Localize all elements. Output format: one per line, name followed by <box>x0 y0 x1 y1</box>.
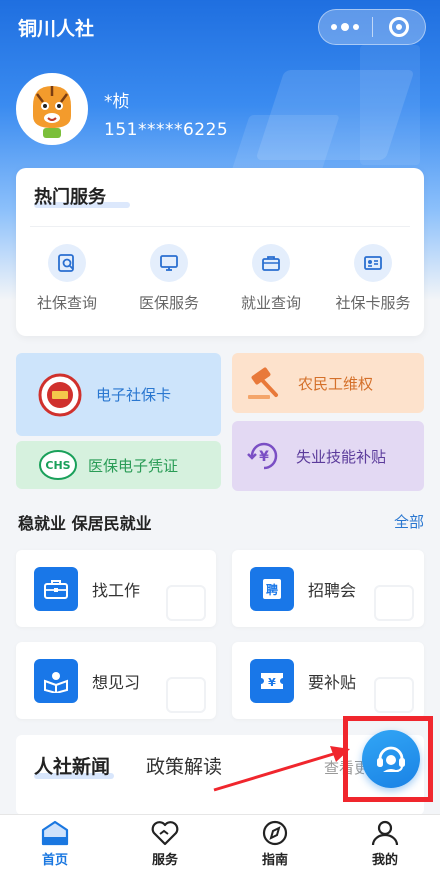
svg-text:聘: 聘 <box>266 582 278 597</box>
job-fair-card[interactable]: 聘 招聘会 <box>232 550 424 627</box>
electronic-ss-card-tile[interactable]: 电子社保卡 <box>16 353 221 436</box>
job-card-label: 要补贴 <box>308 672 357 692</box>
hot-service-social-security-query[interactable]: 社保查询 <box>16 244 118 313</box>
nav-item-services[interactable]: 服务 <box>110 815 220 875</box>
watermark-decoration <box>166 677 206 713</box>
customer-service-button[interactable] <box>362 730 420 788</box>
hot-services-card: 热门服务 社保查询 医保服务 就业查询 社保卡服务 <box>16 168 424 336</box>
ss-card-emblem-icon <box>38 373 82 416</box>
divider <box>30 226 410 227</box>
svg-text:¥: ¥ <box>268 676 276 689</box>
nav-label: 服务 <box>151 853 178 868</box>
id-card-icon <box>354 244 392 282</box>
tab-hr-news[interactable]: 人社新闻 <box>34 752 110 779</box>
header-decoration <box>230 115 340 175</box>
watermark-decoration <box>166 585 206 621</box>
subsidy-card[interactable]: ¥ 要补贴 <box>232 642 424 719</box>
search-document-icon <box>48 244 86 282</box>
monitor-icon <box>150 244 188 282</box>
ticket-icon: ¥ <box>250 658 294 703</box>
svg-text:¥: ¥ <box>259 449 269 465</box>
home-icon <box>41 820 69 846</box>
heart-icon <box>151 821 179 846</box>
headset-icon <box>377 746 405 772</box>
hot-service-label: 就业查询 <box>240 294 301 312</box>
briefcase-icon <box>34 566 78 611</box>
svg-text:CHS: CHS <box>45 459 70 472</box>
app-title: 铜川人社 <box>18 18 95 40</box>
job-card-label: 找工作 <box>92 580 141 600</box>
annotation-arrow-icon <box>213 746 350 792</box>
hot-service-ss-card-service[interactable]: 社保卡服务 <box>322 244 424 313</box>
job-card-label: 想见习 <box>92 672 141 692</box>
hot-service-label: 社保查询 <box>36 294 97 312</box>
internship-card[interactable]: 想见习 <box>16 642 216 719</box>
nav-item-home[interactable]: 首页 <box>0 815 110 875</box>
tile-label: 医保电子凭证 <box>88 456 179 475</box>
migrant-worker-rights-tile[interactable]: 农民工维权 <box>232 353 424 413</box>
hot-service-employment-query[interactable]: 就业查询 <box>220 244 322 313</box>
compass-icon <box>262 820 288 846</box>
mini-program-capsule <box>318 9 426 45</box>
dot-icon <box>331 24 338 30</box>
hot-service-label: 社保卡服务 <box>335 294 411 312</box>
tile-label: 失业技能补贴 <box>296 447 387 466</box>
hire-icon: 聘 <box>250 566 294 611</box>
hot-service-medical-insurance[interactable]: 医保服务 <box>118 244 220 313</box>
target-close-icon <box>388 17 409 37</box>
nav-label: 首页 <box>41 853 68 868</box>
user-name: *桢 <box>104 92 130 112</box>
employment-section-title: 稳就业 保居民就业 <box>18 514 152 533</box>
tiger-avatar-icon <box>19 76 85 142</box>
user-icon <box>371 820 399 846</box>
close-mini-program-button[interactable] <box>373 10 426 44</box>
nav-item-guide[interactable]: 指南 <box>220 815 330 875</box>
yen-cycle-icon: ¥ <box>247 442 278 470</box>
user-phone: 151*****6225 <box>104 120 229 140</box>
nav-label: 指南 <box>261 853 288 868</box>
tile-label: 农民工维权 <box>298 374 374 393</box>
medical-insurance-voucher-tile[interactable]: CHS 医保电子凭证 <box>16 441 221 489</box>
hot-services-list: 社保查询 医保服务 就业查询 社保卡服务 <box>16 244 424 313</box>
watermark-decoration <box>374 585 414 621</box>
tile-label: 电子社保卡 <box>96 386 172 404</box>
more-menu-button[interactable] <box>319 10 372 44</box>
watermark-decoration <box>374 677 414 713</box>
dot-icon <box>341 23 350 31</box>
view-all-link[interactable]: 全部 <box>394 511 424 532</box>
nav-item-profile[interactable]: 我的 <box>330 815 440 875</box>
briefcase-icon <box>252 244 290 282</box>
chs-logo-icon: CHS <box>39 450 77 480</box>
avatar[interactable] <box>16 73 88 145</box>
unemployment-skill-subsidy-tile[interactable]: ¥ 失业技能补贴 <box>232 421 424 491</box>
hot-services-title: 热门服务 <box>34 187 106 208</box>
hot-service-label: 医保服务 <box>138 294 199 312</box>
bottom-navigation: 首页 服务 指南 我的 <box>0 814 440 875</box>
gavel-icon <box>248 367 278 399</box>
find-job-card[interactable]: 找工作 <box>16 550 216 627</box>
book-person-icon <box>34 658 78 703</box>
dot-icon <box>353 24 360 30</box>
job-card-label: 招聘会 <box>308 580 357 600</box>
nav-label: 我的 <box>371 853 398 868</box>
